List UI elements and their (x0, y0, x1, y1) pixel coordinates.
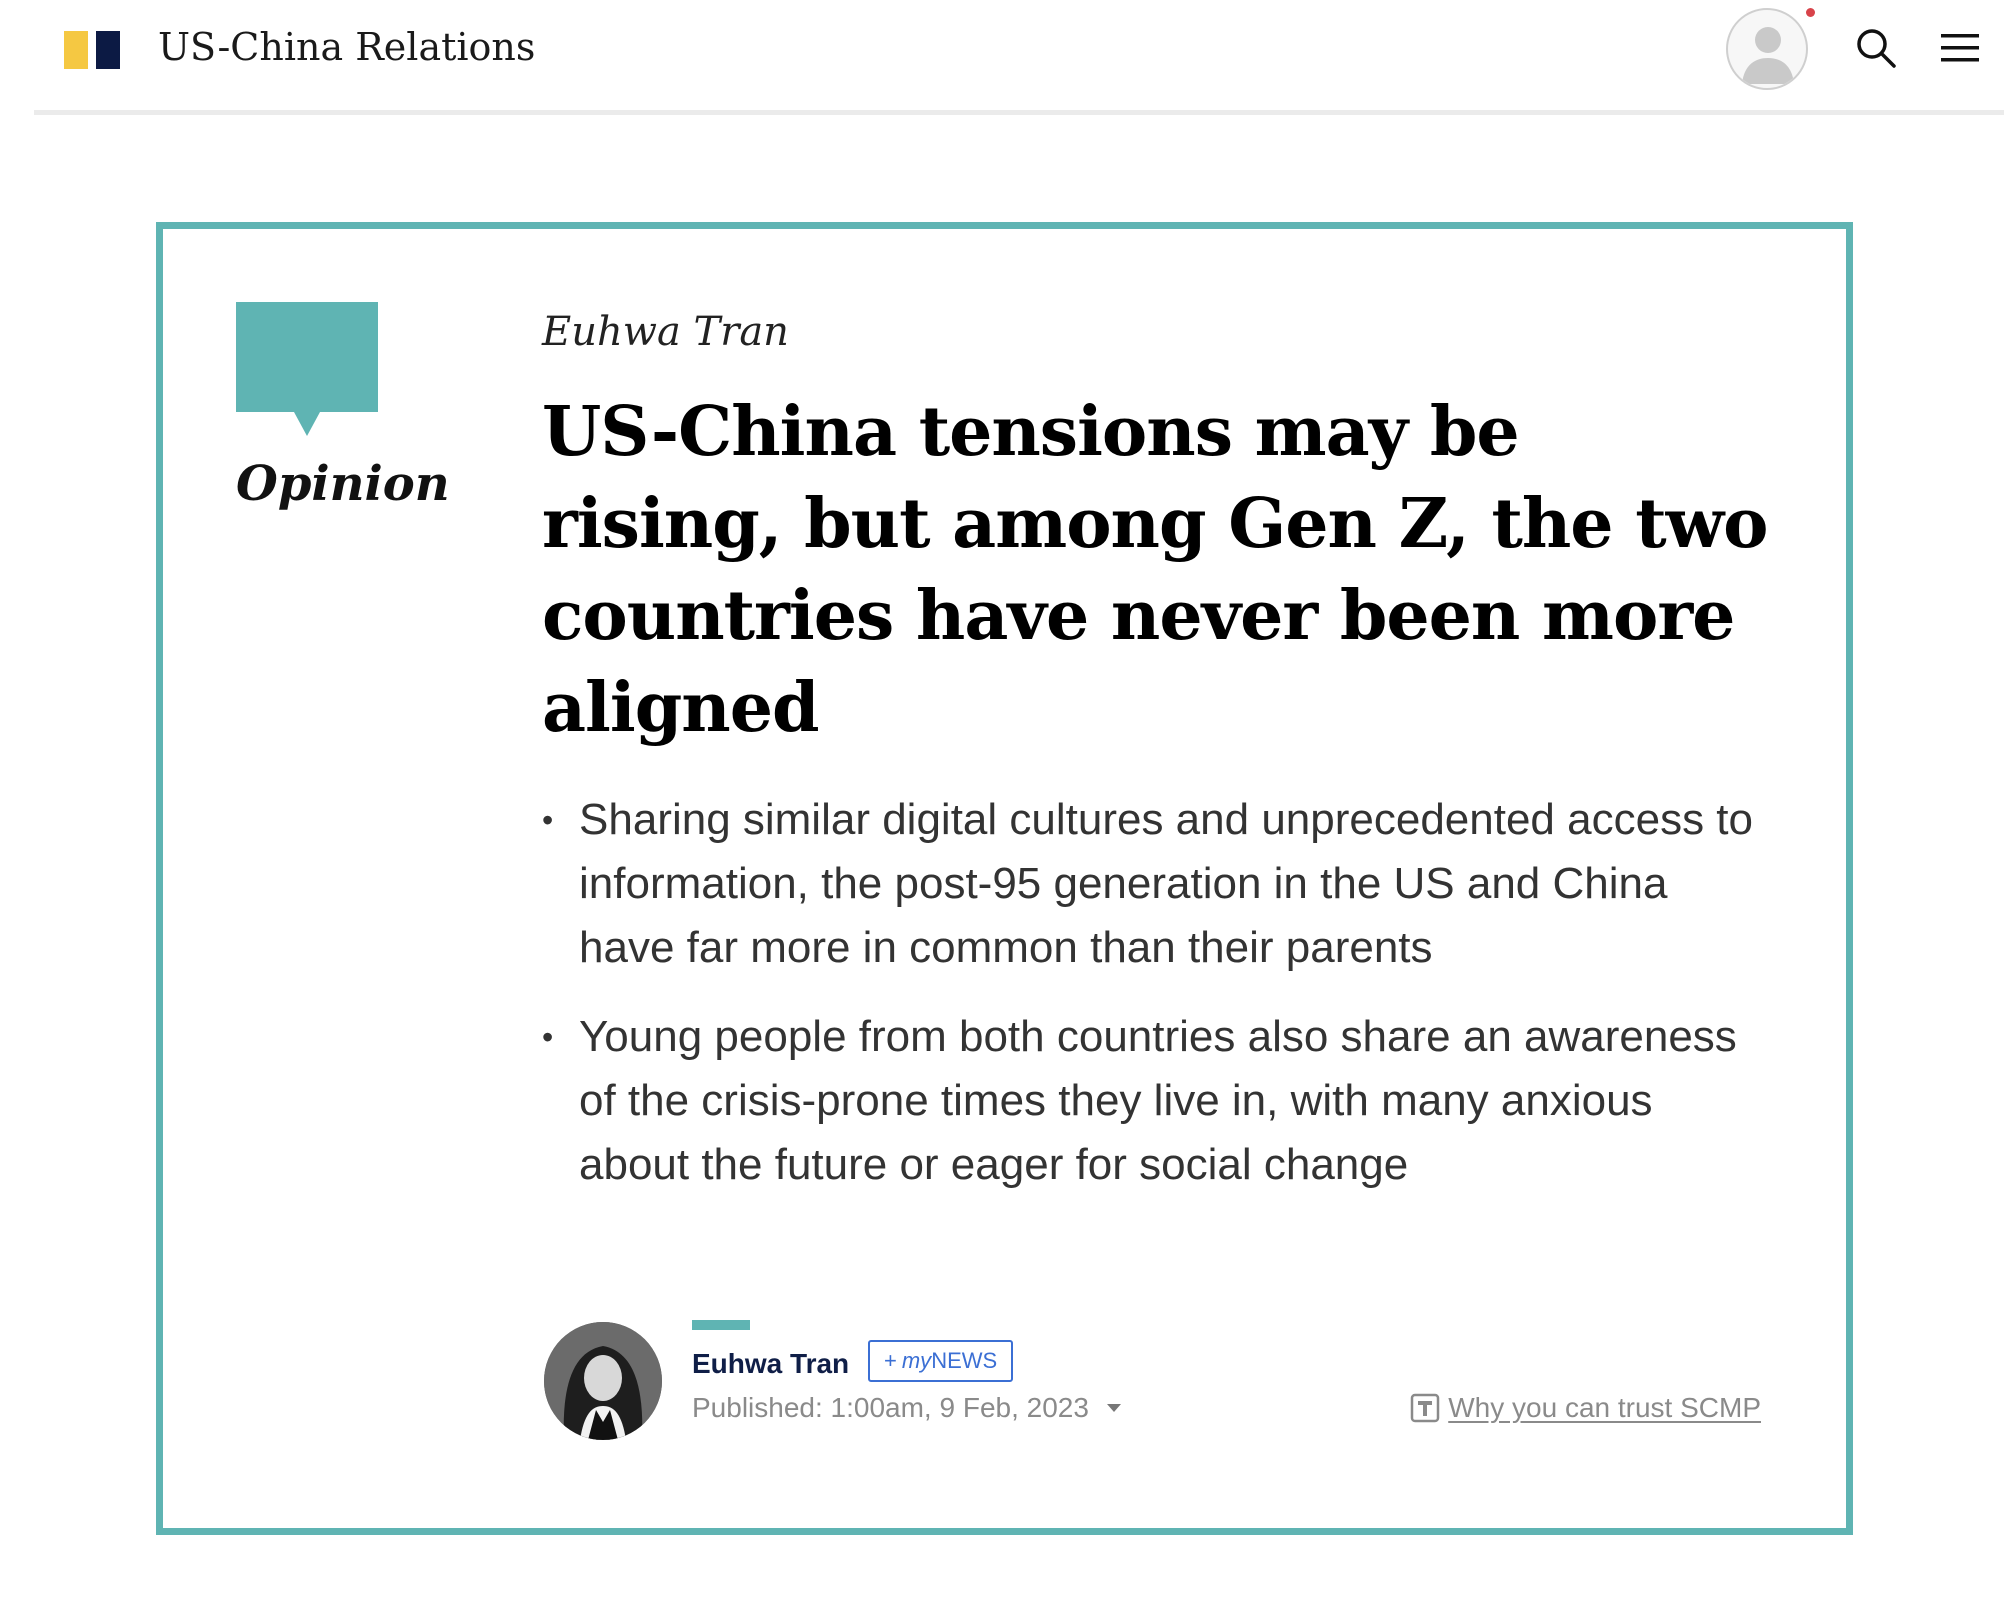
menu-button[interactable] (1938, 28, 1982, 68)
user-avatar-icon (1742, 27, 1794, 84)
account-button[interactable] (1726, 8, 1808, 90)
header-divider (34, 110, 2004, 115)
author-portrait-icon (544, 1322, 662, 1440)
scmp-logo[interactable] (64, 31, 120, 69)
byline-accent-bar (692, 1320, 750, 1330)
article-summary: Sharing similar digital cultures and unp… (542, 788, 1772, 1222)
trust-scmp-link[interactable]: Why you can trust SCMP (1410, 1390, 1761, 1426)
opinion-label[interactable]: Opinion (236, 452, 450, 516)
trust-link-text: Why you can trust SCMP (1448, 1392, 1761, 1423)
site-header: US-China Relations (0, 0, 2008, 115)
follow-mynews-button[interactable]: + my NEWS (868, 1340, 1014, 1382)
trust-t-icon (1410, 1393, 1440, 1423)
search-icon (1857, 29, 1896, 68)
logo-yellow-bar (64, 31, 88, 69)
article-headline: US-China tensions may be rising, but amo… (542, 392, 1769, 748)
published-date-toggle[interactable]: Published: 1:00am, 9 Feb, 2023 (692, 1390, 1121, 1426)
section-title[interactable]: US-China Relations (158, 22, 535, 72)
notification-dot (1806, 8, 1815, 17)
hamburger-menu-icon (1941, 34, 1979, 62)
author-photo[interactable] (544, 1322, 662, 1440)
mynews-news-text: NEWS (931, 1348, 998, 1373)
published-date: Published: 1:00am, 9 Feb, 2023 (692, 1392, 1089, 1423)
byline-author-name[interactable]: Euhwa Tran (692, 1346, 849, 1382)
opinion-speech-bubble-icon (236, 302, 378, 436)
summary-point: Sharing similar digital cultures and unp… (542, 788, 1772, 980)
author-name-top[interactable]: Euhwa Tran (542, 304, 789, 360)
caret-down-icon (1106, 1404, 1121, 1412)
logo-navy-bar (96, 31, 120, 69)
mynews-my-text: my (901, 1348, 932, 1373)
summary-point: Young people from both countries also sh… (542, 1005, 1772, 1197)
plus-icon: + (884, 1348, 897, 1373)
search-button[interactable] (1852, 24, 1900, 72)
